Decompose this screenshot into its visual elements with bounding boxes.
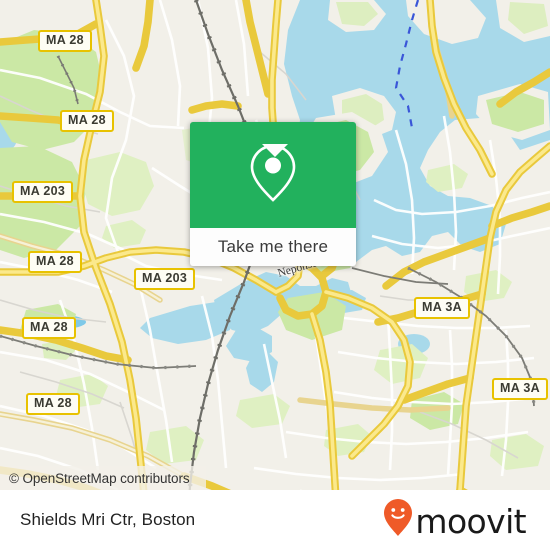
popup-tail [262,144,288,157]
road-shield: MA 28 [26,393,80,415]
road-shield: MA 28 [60,110,114,132]
road-shield: MA 203 [12,181,74,203]
road-shield: MA 28 [22,317,76,339]
osm-attribution[interactable]: © OpenStreetMap contributors [0,466,206,490]
road-shield: MA 28 [28,251,82,273]
road-shield: MA 203 [134,268,196,290]
take-me-there-label: Take me there [217,237,329,256]
moovit-pin-smiley-icon [383,498,413,543]
popup-header [190,122,356,228]
take-me-there-button[interactable]: Take me there [190,228,356,266]
map-screenshot: MA 28 MA 28 MA 203 MA 28 MA 203 MA 28 MA… [0,0,550,550]
place-title: Shields Mri Ctr, Boston [20,510,196,529]
road-shield: MA 3A [492,378,548,400]
road-shield: MA 28 [38,30,92,52]
footer-bar: Shields Mri Ctr, Boston moovit [0,490,550,550]
moovit-logo[interactable]: moovit [383,498,527,543]
moovit-wordmark: moovit [415,501,526,541]
road-shield: MA 3A [414,297,470,319]
osm-attribution-text: © OpenStreetMap contributors [9,470,190,486]
